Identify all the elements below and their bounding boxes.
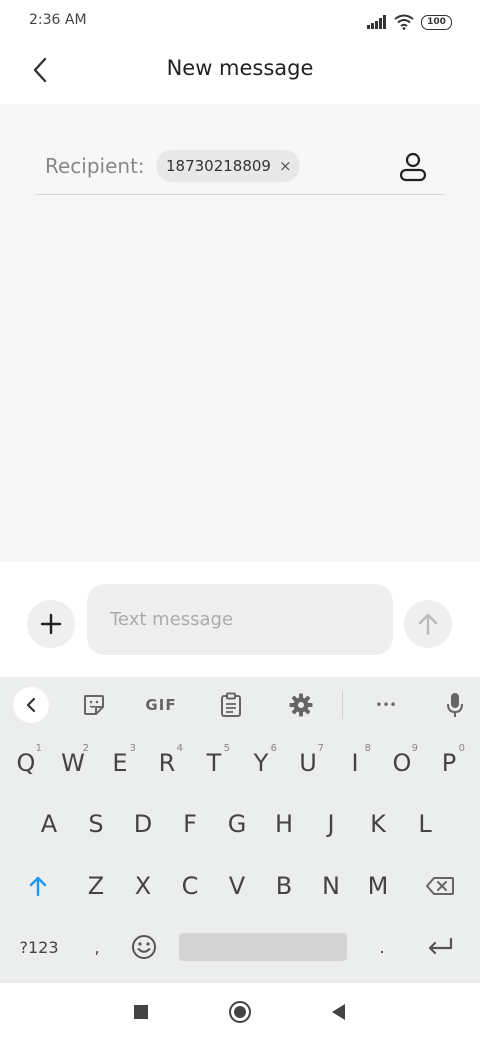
message-input[interactable] [87,584,393,655]
key-i[interactable]: I8 [333,738,377,788]
page-title: New message [166,56,314,80]
clipboard-button[interactable] [214,688,248,722]
backspace-key[interactable] [418,861,462,911]
settings-button[interactable] [284,688,318,722]
status-time: 2:36 AM [29,12,87,28]
sticker-button[interactable] [77,688,111,722]
sticker-icon [84,695,104,715]
arrow-up-icon [418,613,438,636]
key-d[interactable]: D [121,799,165,849]
triangle-back-icon [332,1004,345,1020]
smiley-icon [132,935,156,959]
key-v[interactable]: V [215,861,259,911]
status-icons: 100 [367,12,452,32]
toolbar-divider [342,691,343,719]
key-r[interactable]: R4 [145,738,189,788]
key-l[interactable]: L [403,799,447,849]
recipient-chip-number: 18730218809 [166,157,271,175]
key-j[interactable]: J [309,799,353,849]
key-n[interactable]: N [309,861,353,911]
contacts-button[interactable] [396,150,430,184]
home-circle-icon [229,1001,251,1023]
recipient-field[interactable]: Recipient: 18730218809 × [36,140,444,195]
square-icon [134,1005,148,1019]
shift-arrow-icon [29,876,47,897]
key-x[interactable]: X [121,861,165,911]
backspace-icon [426,877,454,895]
voice-input-button[interactable] [438,688,472,722]
space-key[interactable] [179,933,347,961]
key-y[interactable]: Y6 [239,738,283,788]
person-icon [399,152,427,182]
signal-icon [367,15,386,29]
app-bar: New message [0,44,480,104]
key-t[interactable]: T5 [192,738,236,788]
key-q[interactable]: Q1 [4,738,48,788]
key-c[interactable]: C [168,861,212,911]
send-button[interactable] [404,600,452,648]
key-h[interactable]: H [262,799,306,849]
keyboard-collapse-button[interactable] [13,687,49,723]
more-button[interactable]: ••• [369,688,403,722]
gear-icon [289,693,313,717]
key-s[interactable]: S [74,799,118,849]
compose-bar [0,562,480,677]
home-button[interactable] [225,997,255,1027]
gif-button[interactable]: GIF [144,688,178,722]
nav-back-button[interactable] [324,997,354,1027]
keyboard-toolbar: GIF ••• [0,677,480,732]
status-bar: 2:36 AM 100 [0,0,480,44]
battery-icon: 100 [421,14,452,30]
remove-recipient-button[interactable]: × [279,157,292,175]
key-z[interactable]: Z [74,861,118,911]
key-u[interactable]: U7 [286,738,330,788]
key-w[interactable]: W2 [51,738,95,788]
add-attachment-button[interactable] [27,600,75,648]
keyboard: GIF ••• Q 1 W 2 E 3 R 4 T 5 Y 6 U 7 I 8 … [0,677,480,982]
symbols-key[interactable]: ?123 [14,922,64,972]
message-content-area: Recipient: 18730218809 × [0,104,480,562]
key-m[interactable]: M [356,861,400,911]
key-f[interactable]: F [168,799,212,849]
key-p[interactable]: P0 [427,738,471,788]
enter-key[interactable] [418,922,462,972]
recipient-chip[interactable]: 18730218809 × [156,150,300,182]
key-k[interactable]: K [356,799,400,849]
wifi-icon [394,14,414,30]
key-e[interactable]: E3 [98,738,142,788]
microphone-icon [447,693,463,717]
enter-icon [428,937,453,955]
emoji-key[interactable] [122,922,166,972]
comma-key[interactable]: , [75,922,119,972]
clipboard-icon [221,692,241,717]
key-o[interactable]: O9 [380,738,424,788]
shift-key[interactable] [16,861,60,911]
chevron-left-icon [26,697,36,713]
key-a[interactable]: A [27,799,71,849]
period-key[interactable]: . [360,922,404,972]
key-b[interactable]: B [262,861,306,911]
key-g[interactable]: G [215,799,259,849]
recents-button[interactable] [126,997,156,1027]
plus-icon [40,613,62,635]
recipient-label: Recipient: [45,154,145,178]
navigation-bar [0,982,480,1041]
